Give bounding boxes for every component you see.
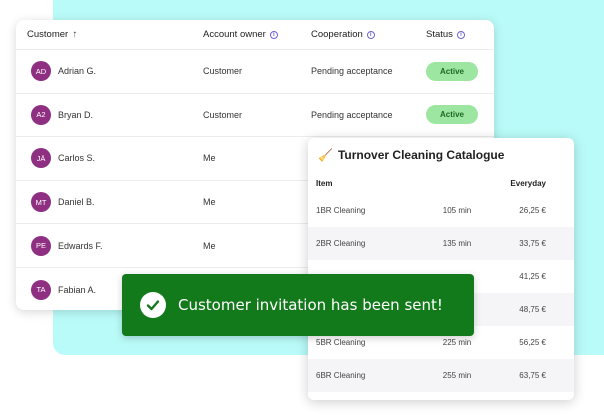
account-owner: Me [203,240,216,251]
avatar: TA [31,279,51,300]
customer-name: Edwards F. [58,240,103,251]
account-owner: Customer [203,66,243,77]
catalogue-title-text: Turnover Cleaning Catalogue [337,148,505,162]
item-name: 6BR Cleaning [316,371,366,380]
customer-name: Daniel B. [58,197,95,208]
avatar: AD [31,61,51,82]
item-duration: 255 min [442,371,472,380]
check-circle-icon [140,292,166,318]
item-name: 5BR Cleaning [316,338,366,347]
customer-name: Bryan D. [58,109,94,120]
item-duration: 135 min [442,239,472,248]
customer-name: Fabian A. [58,284,97,295]
table-row[interactable]: AD Adrian G. Customer Pending acceptance … [16,50,494,94]
item-duration: 225 min [442,338,472,347]
column-header-cooperation[interactable]: Cooperation i [300,29,415,40]
customer-name: Carlos S. [58,153,96,164]
catalogue-title: 🧹 Turnover Cleaning Catalogue [308,138,574,172]
column-label: Customer [27,29,69,40]
column-label: Cooperation [311,29,363,40]
column-header-everyday: Everyday [510,178,546,188]
column-header-customer[interactable]: Customer ↑ [16,29,192,40]
item-price: 48,75 € [519,305,546,314]
column-label: Account owner [203,29,266,40]
catalogue-card: 🧹 Turnover Cleaning Catalogue Item Every… [308,138,574,400]
cooperation-status: Pending acceptance [311,66,393,77]
column-header-status[interactable]: Status i [415,29,494,40]
avatar: JÄ [31,148,51,169]
item-price: 41,25 € [519,272,546,281]
column-header-item: Item [316,178,333,188]
account-owner: Customer [203,109,243,120]
catalogue-row[interactable]: 1BR Cleaning 105 min 26,25 € [308,194,574,227]
info-icon[interactable]: i [269,30,278,39]
item-price: 33,75 € [519,239,546,248]
sort-arrow-up-icon[interactable]: ↑ [72,29,77,40]
item-price: 26,25 € [519,206,546,215]
item-name: 1BR Cleaning [316,206,366,215]
catalogue-header: Item Everyday [308,172,574,194]
item-duration: 105 min [442,206,472,215]
avatar: A2 [31,104,51,125]
catalogue-row[interactable]: 2BR Cleaning 135 min 33,75 € [308,227,574,260]
cooperation-status: Pending acceptance [311,109,393,120]
success-toast[interactable]: Customer invitation has been sent! [122,274,474,336]
info-icon[interactable]: i [366,30,375,39]
catalogue-row[interactable]: 6BR Cleaning 255 min 63,75 € [308,359,574,392]
status-badge: Active [426,105,478,125]
item-price: 56,25 € [519,338,546,347]
item-name: 2BR Cleaning [316,239,366,248]
avatar: PE [31,235,51,256]
item-price: 63,75 € [519,371,546,380]
toast-message: Customer invitation has been sent! [178,296,443,314]
customer-name: Adrian G. [58,66,97,77]
broom-icon: 🧹 [318,148,333,162]
avatar: MT [31,192,51,213]
column-header-account-owner[interactable]: Account owner i [192,29,300,40]
info-icon[interactable]: i [456,30,465,39]
table-row[interactable]: A2 Bryan D. Customer Pending acceptance A… [16,94,494,138]
account-owner: Me [203,197,216,208]
status-badge: Active [426,61,478,81]
table-header: Customer ↑ Account owner i Cooperation i… [16,20,494,50]
column-label: Status [426,29,453,40]
account-owner: Me [203,153,216,164]
